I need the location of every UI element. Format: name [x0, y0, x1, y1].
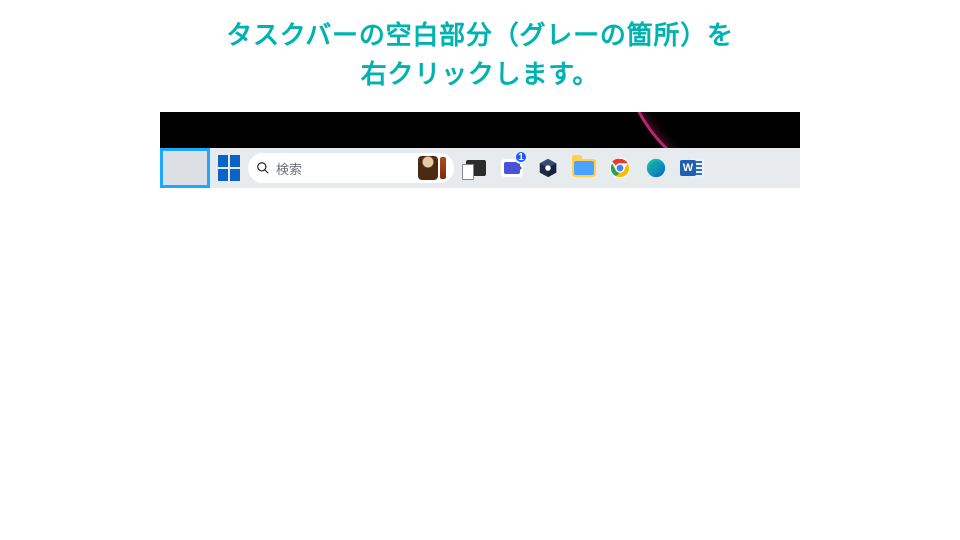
screenshot-panel: 検索 1 [160, 112, 800, 188]
search-highlight-figure-icon [418, 156, 438, 180]
search-box[interactable]: 検索 [248, 153, 454, 183]
app-cube-button[interactable] [534, 154, 562, 182]
chrome-button[interactable] [606, 154, 634, 182]
search-highlight-pillar-icon [440, 157, 446, 179]
instruction-line-2: 右クリックします。 [0, 55, 960, 94]
word-button[interactable]: W [678, 154, 706, 182]
file-explorer-button[interactable] [570, 154, 598, 182]
task-view-icon [466, 160, 486, 176]
desktop-background-strip [160, 112, 800, 148]
taskbar-icons-row: 検索 1 [212, 148, 706, 188]
chrome-icon [609, 157, 631, 179]
search-icon [256, 161, 270, 175]
edge-button[interactable] [642, 154, 670, 182]
instruction-text: タスクバーの空白部分（グレーの箇所）を 右クリックします。 [0, 16, 960, 94]
taskbar-empty-area-highlight[interactable] [160, 148, 210, 188]
start-button[interactable] [212, 154, 240, 182]
search-placeholder: 検索 [276, 159, 412, 178]
app-cube-icon [537, 157, 559, 179]
search-right-decoration [418, 156, 446, 180]
edge-icon [645, 157, 667, 179]
task-view-button[interactable] [462, 154, 490, 182]
wallpaper-arc [620, 112, 800, 148]
file-explorer-icon [572, 159, 596, 177]
notification-badge: 1 [514, 150, 528, 164]
windows-start-icon [218, 155, 240, 181]
instruction-line-1: タスクバーの空白部分（グレーの箇所）を [0, 16, 960, 55]
word-letter: W [680, 160, 696, 176]
word-icon: W [680, 156, 704, 180]
chat-button[interactable]: 1 [498, 154, 526, 182]
